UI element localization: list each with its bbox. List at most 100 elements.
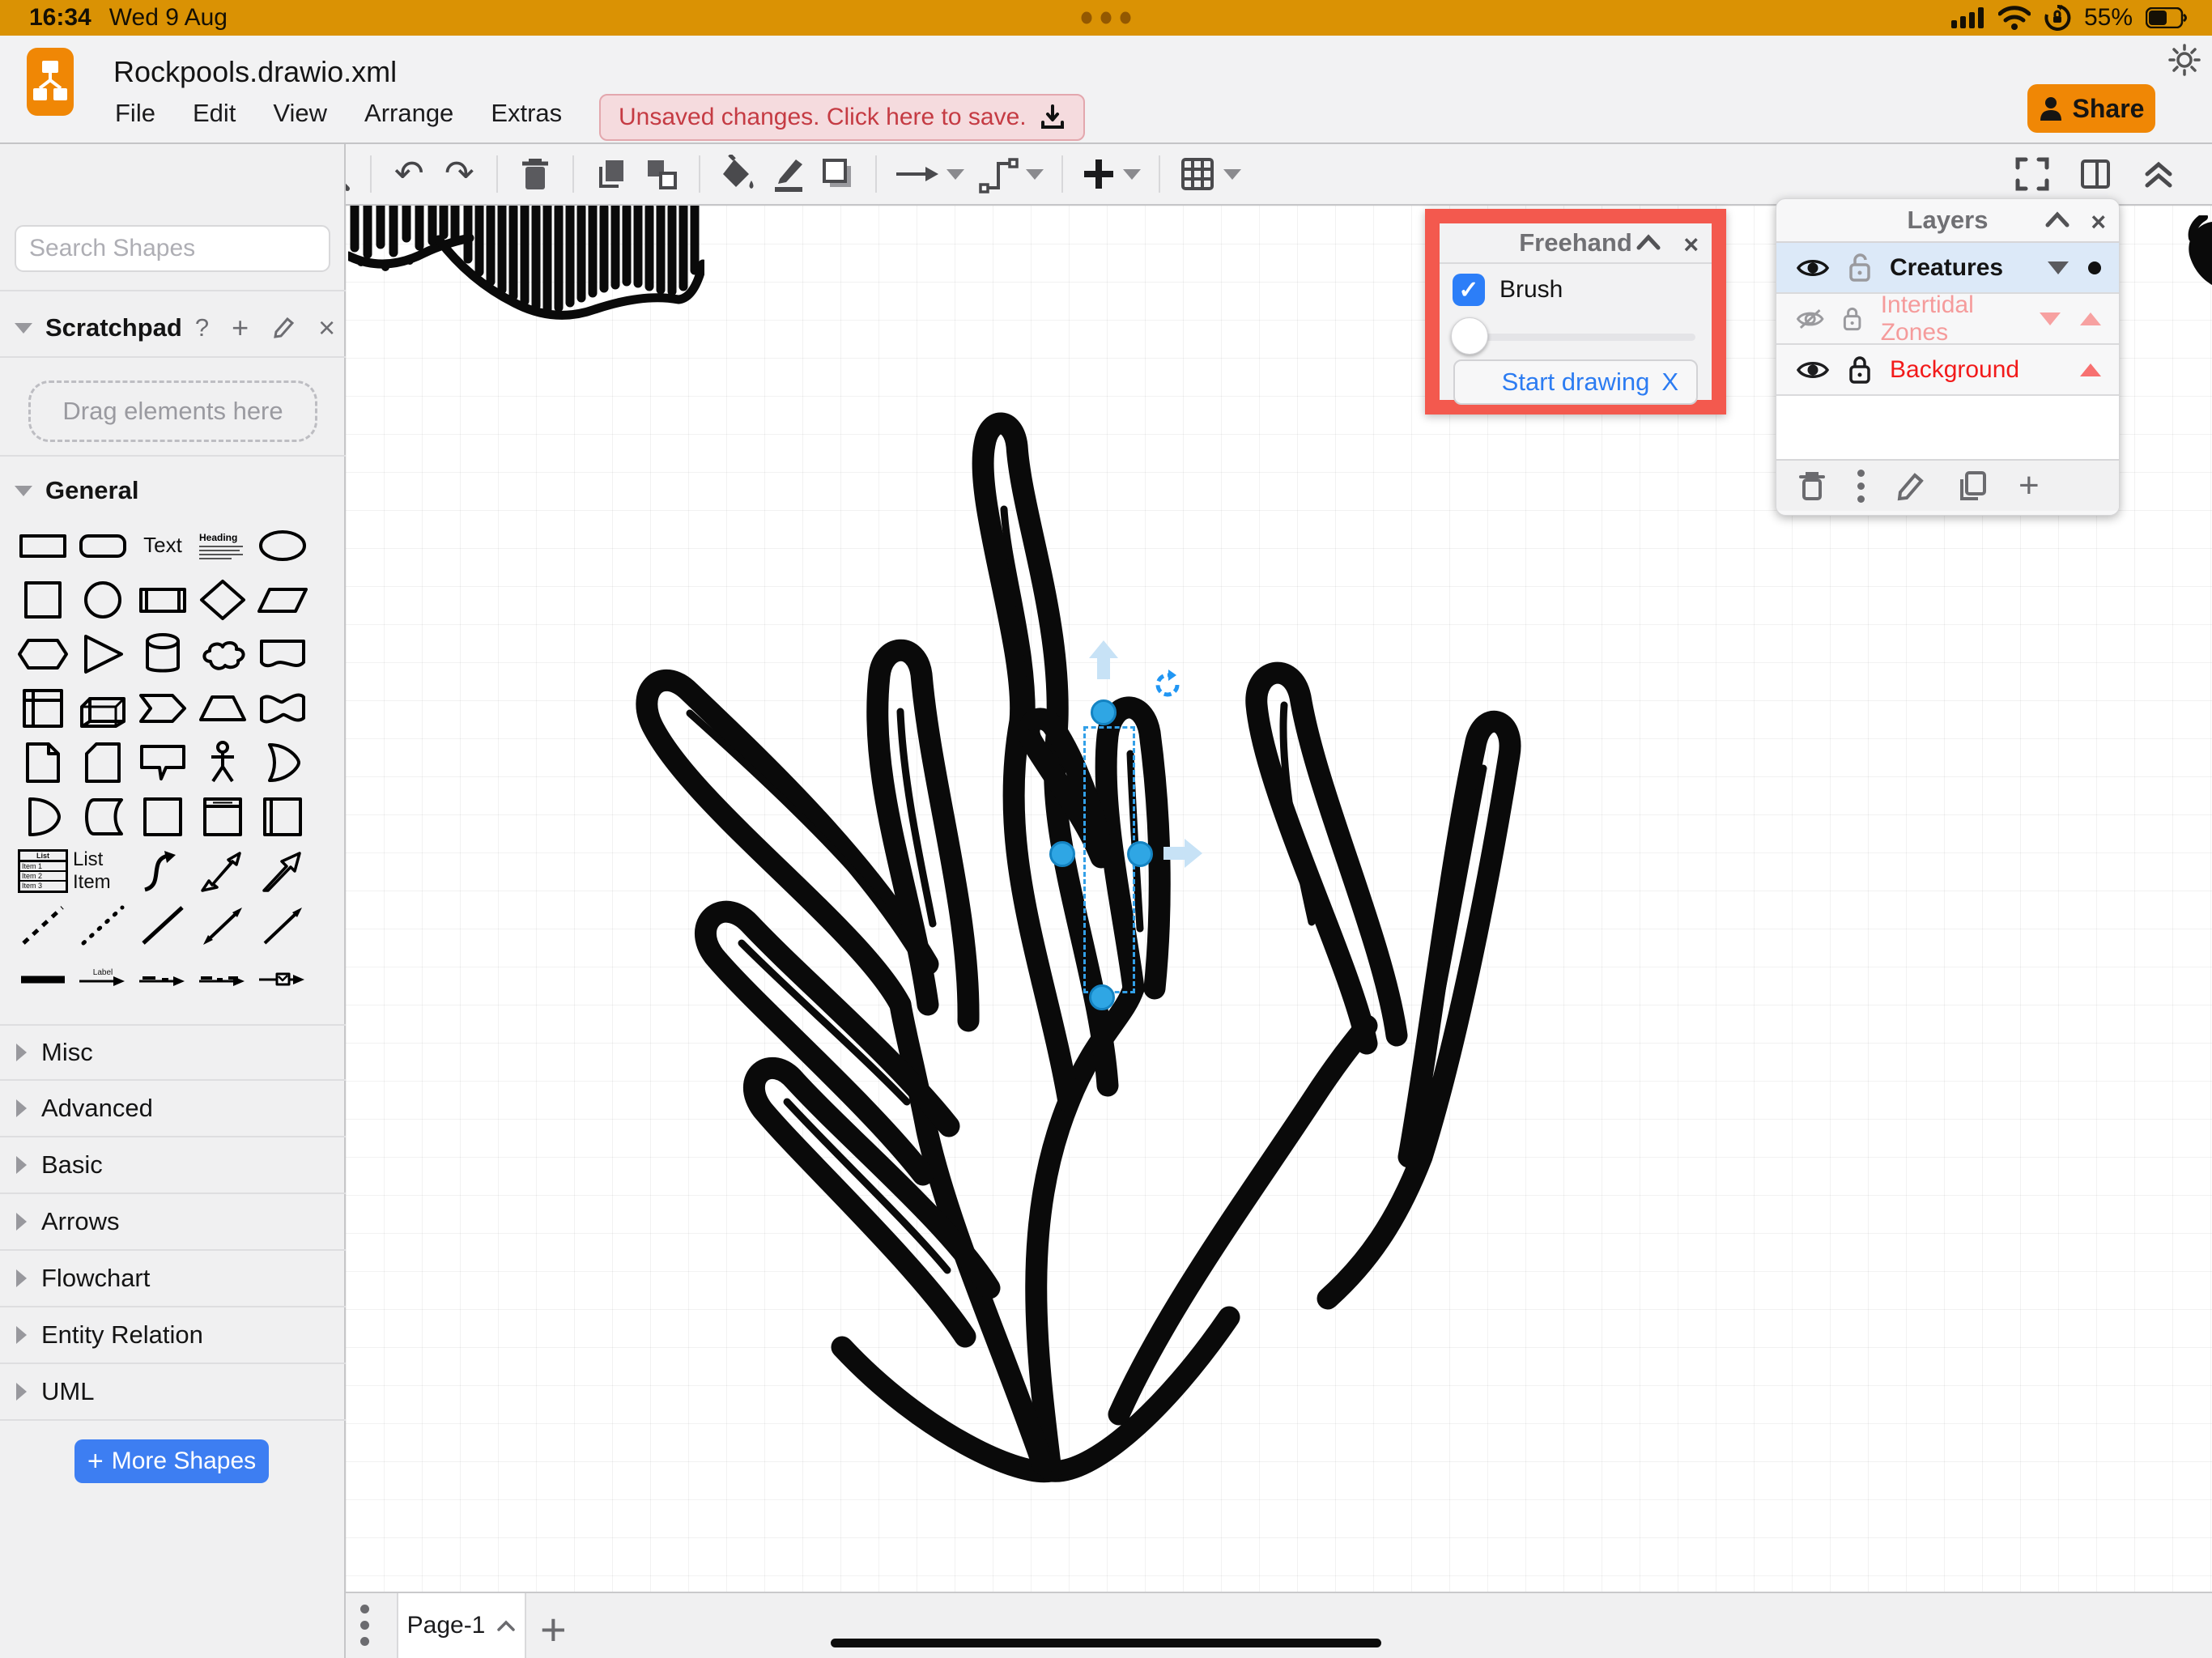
scratchpad-edit-icon[interactable] <box>271 316 296 340</box>
brightness-icon[interactable] <box>2167 42 2202 82</box>
shape-dashed-line[interactable] <box>13 898 73 952</box>
visibility-on-icon[interactable] <box>1796 358 1830 382</box>
shape-hexagon[interactable] <box>13 627 73 681</box>
scratchpad-header[interactable]: Scratchpad ? + × <box>0 303 346 353</box>
shape-textbox[interactable]: Heading <box>193 518 253 572</box>
undo-button[interactable]: ↶ <box>389 151 428 197</box>
format-panel-button[interactable] <box>2076 151 2115 197</box>
selection-handle-top[interactable] <box>1091 699 1117 725</box>
layer-row-background[interactable]: Background <box>1776 345 2119 396</box>
shape-actor[interactable] <box>193 735 253 789</box>
freehand-drawing-fragment[interactable] <box>348 206 704 331</box>
slider-track[interactable] <box>1459 334 1695 341</box>
seaweed-drawing[interactable] <box>599 404 1522 1505</box>
edge-drawing-fragment[interactable] <box>2180 215 2212 292</box>
layers-panel-header[interactable]: Layers × <box>1776 199 2119 243</box>
lock-open-icon[interactable] <box>1848 253 1872 283</box>
shape-container-title[interactable] <box>193 789 253 844</box>
add-layer-icon[interactable]: + <box>2018 475 2040 496</box>
menu-file[interactable]: File <box>115 99 155 128</box>
shape-dotted-line[interactable] <box>73 898 133 952</box>
move-down-icon[interactable] <box>2048 261 2069 274</box>
more-shapes-button[interactable]: + More Shapes <box>74 1439 269 1483</box>
layer-row-creatures[interactable]: Creatures <box>1776 243 2119 294</box>
fullscreen-button[interactable] <box>2013 151 2052 197</box>
section-arrows[interactable]: Arrows <box>0 1194 346 1251</box>
shape-data-storage[interactable] <box>73 789 133 844</box>
shape-double-arrow-line[interactable] <box>193 898 253 952</box>
shape-cloud[interactable] <box>193 627 253 681</box>
to-back-button[interactable] <box>642 151 681 197</box>
shape-container[interactable] <box>133 789 193 844</box>
brush-size-slider[interactable] <box>1451 317 1702 355</box>
pages-menu-icon[interactable] <box>360 1605 369 1646</box>
shadow-button[interactable] <box>819 151 857 197</box>
rotate-handle-icon[interactable] <box>1152 669 1185 701</box>
freehand-panel-header[interactable]: Freehand × <box>1440 223 1712 264</box>
shape-card[interactable] <box>73 735 133 789</box>
selection-bounds[interactable] <box>1083 726 1135 993</box>
scratchpad-help-icon[interactable]: ? <box>195 313 209 342</box>
shape-line[interactable] <box>133 898 193 952</box>
fill-color-button[interactable] <box>718 151 757 197</box>
shape-cylinder[interactable] <box>133 627 193 681</box>
duplicate-layer-icon[interactable] <box>1957 470 1988 502</box>
direction-arrow-right-icon[interactable] <box>1162 835 1204 871</box>
redo-button[interactable]: ↷ <box>440 151 479 197</box>
shape-diamond[interactable] <box>193 572 253 627</box>
collapse-toolbar-button[interactable] <box>2139 151 2178 197</box>
lock-closed-icon[interactable] <box>1842 304 1862 334</box>
to-front-button[interactable] <box>592 151 631 197</box>
menu-extras[interactable]: Extras <box>491 99 562 128</box>
move-down-icon[interactable] <box>2040 312 2061 325</box>
shape-vertical-container[interactable] <box>253 789 313 844</box>
selection-handle-bottom[interactable] <box>1089 984 1115 1010</box>
shape-list[interactable]: List Item 1 Item 2 Item 3 <box>13 844 73 898</box>
shape-step[interactable] <box>133 681 193 735</box>
layer-menu-icon[interactable] <box>1857 470 1865 503</box>
menu-view[interactable]: View <box>273 99 327 128</box>
shape-curve[interactable] <box>133 844 193 898</box>
move-up-icon[interactable] <box>2080 312 2101 325</box>
scratchpad-close-icon[interactable]: × <box>318 311 335 345</box>
selection-handle-left[interactable] <box>1049 841 1075 867</box>
layer-row-intertidal-zones[interactable]: Intertidal Zones <box>1776 294 2119 345</box>
unsaved-changes-button[interactable]: Unsaved changes. Click here to save. <box>599 94 1085 141</box>
shape-process[interactable] <box>133 572 193 627</box>
shape-triangle[interactable] <box>73 627 133 681</box>
table-button[interactable] <box>1178 151 1241 197</box>
shape-internal-storage[interactable] <box>13 681 73 735</box>
search-shapes-box[interactable] <box>15 225 330 272</box>
waypoint-style-button[interactable] <box>979 151 1044 197</box>
selection-handle-right[interactable] <box>1127 841 1153 867</box>
home-indicator[interactable] <box>831 1639 1381 1647</box>
close-panel-icon[interactable]: × <box>2091 209 2106 235</box>
collapse-panel-icon[interactable] <box>1636 232 1661 253</box>
shape-square[interactable] <box>13 572 73 627</box>
shape-bidirectional-arrow[interactable] <box>193 844 253 898</box>
section-uml[interactable]: UML <box>0 1364 346 1421</box>
shape-circle[interactable] <box>73 572 133 627</box>
shape-arrow[interactable] <box>253 844 313 898</box>
collapse-panel-icon[interactable] <box>2044 209 2070 230</box>
shape-callout[interactable] <box>133 735 193 789</box>
brush-checkbox[interactable]: ✓ <box>1453 274 1485 306</box>
search-input[interactable] <box>29 235 342 262</box>
line-color-button[interactable] <box>768 151 807 197</box>
shape-trapezoid[interactable] <box>193 681 253 735</box>
visibility-off-icon[interactable] <box>1796 306 1824 332</box>
insert-button[interactable] <box>1081 151 1141 197</box>
shape-link[interactable] <box>13 952 73 1006</box>
shape-cube[interactable] <box>73 681 133 735</box>
shape-rectangle[interactable] <box>13 518 73 572</box>
lock-closed-icon[interactable] <box>1848 355 1872 385</box>
shape-ellipse[interactable] <box>253 518 313 572</box>
scratchpad-add-icon[interactable]: + <box>232 311 249 345</box>
direction-arrow-up-icon[interactable] <box>1086 639 1121 681</box>
shape-and[interactable] <box>13 789 73 844</box>
menu-edit[interactable]: Edit <box>193 99 236 128</box>
general-section-header[interactable]: General <box>0 468 346 513</box>
shape-note[interactable] <box>13 735 73 789</box>
section-entity-relation[interactable]: Entity Relation <box>0 1307 346 1364</box>
start-drawing-button[interactable]: Start drawing X <box>1453 359 1698 405</box>
